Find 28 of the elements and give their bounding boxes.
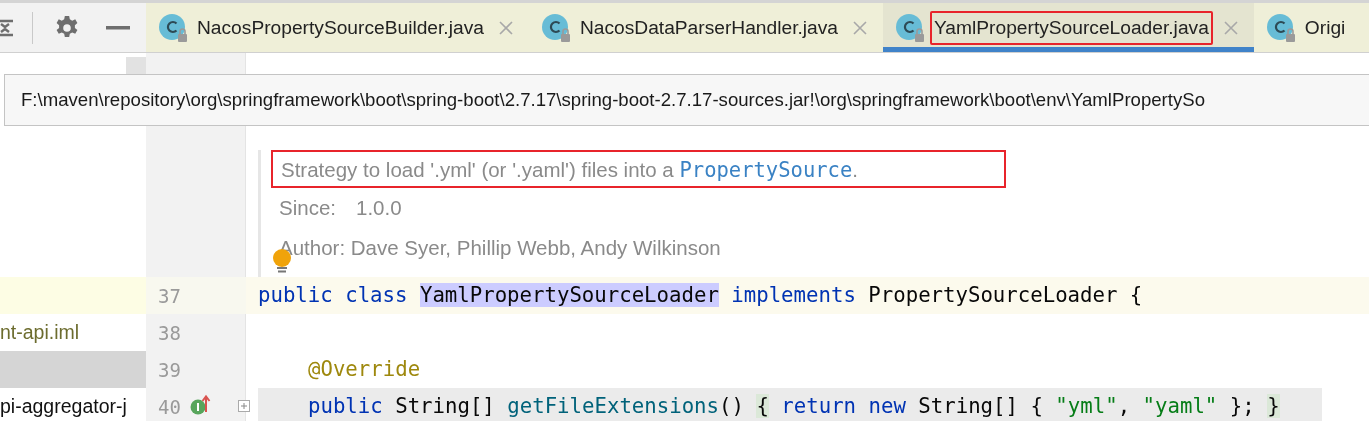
line-number: 40 [158,395,181,418]
code-line: public class YamlPropertySourceLoader implements PropertySourceLoader { [258,282,1143,309]
file-path: F:\maven\repository\org\springframework\boot\spring-boot\2.7.17\spring-boot-2.7.17-sources.jar!\org\springframework\boot\env\YamlPropertySo [21,89,1205,111]
tree-item[interactable]: pi-aggregator-j [0,395,127,418]
since-label: Since: [279,196,336,219]
class-file-icon [1265,12,1296,43]
doc-summary: Strategy to load '.yml' (or '.yaml') files into a PropertySource. [271,150,1006,188]
line-number: 38 [158,321,181,344]
editor-tab[interactable]: YamlPropertySourceLoader.java [883,3,1254,52]
editor-tab[interactable]: Origi [1253,3,1354,52]
doc-link[interactable]: PropertySource [679,158,853,182]
class-file-icon [158,12,188,43]
code-line: @Override [307,356,421,383]
fold-icon[interactable] [238,400,250,412]
collapse-all-icon[interactable] [0,17,13,38]
minimize-icon[interactable] [106,25,130,30]
editor-tab[interactable]: NacosPropertySourceBuilder.java [146,3,529,52]
since-value: 1.0.0 [356,196,402,219]
close-icon[interactable] [853,20,867,35]
class-file-icon [540,12,571,43]
close-icon[interactable] [1223,20,1238,35]
editor-tab[interactable]: NacosDataParserHandler.java [528,3,883,52]
close-icon[interactable] [498,20,513,35]
implements-icon[interactable] [190,394,212,416]
line-number: 39 [158,358,181,381]
class-file-icon [895,12,925,43]
tree-item[interactable]: nt-api.iml [0,321,80,344]
line-number: 37 [158,284,181,307]
